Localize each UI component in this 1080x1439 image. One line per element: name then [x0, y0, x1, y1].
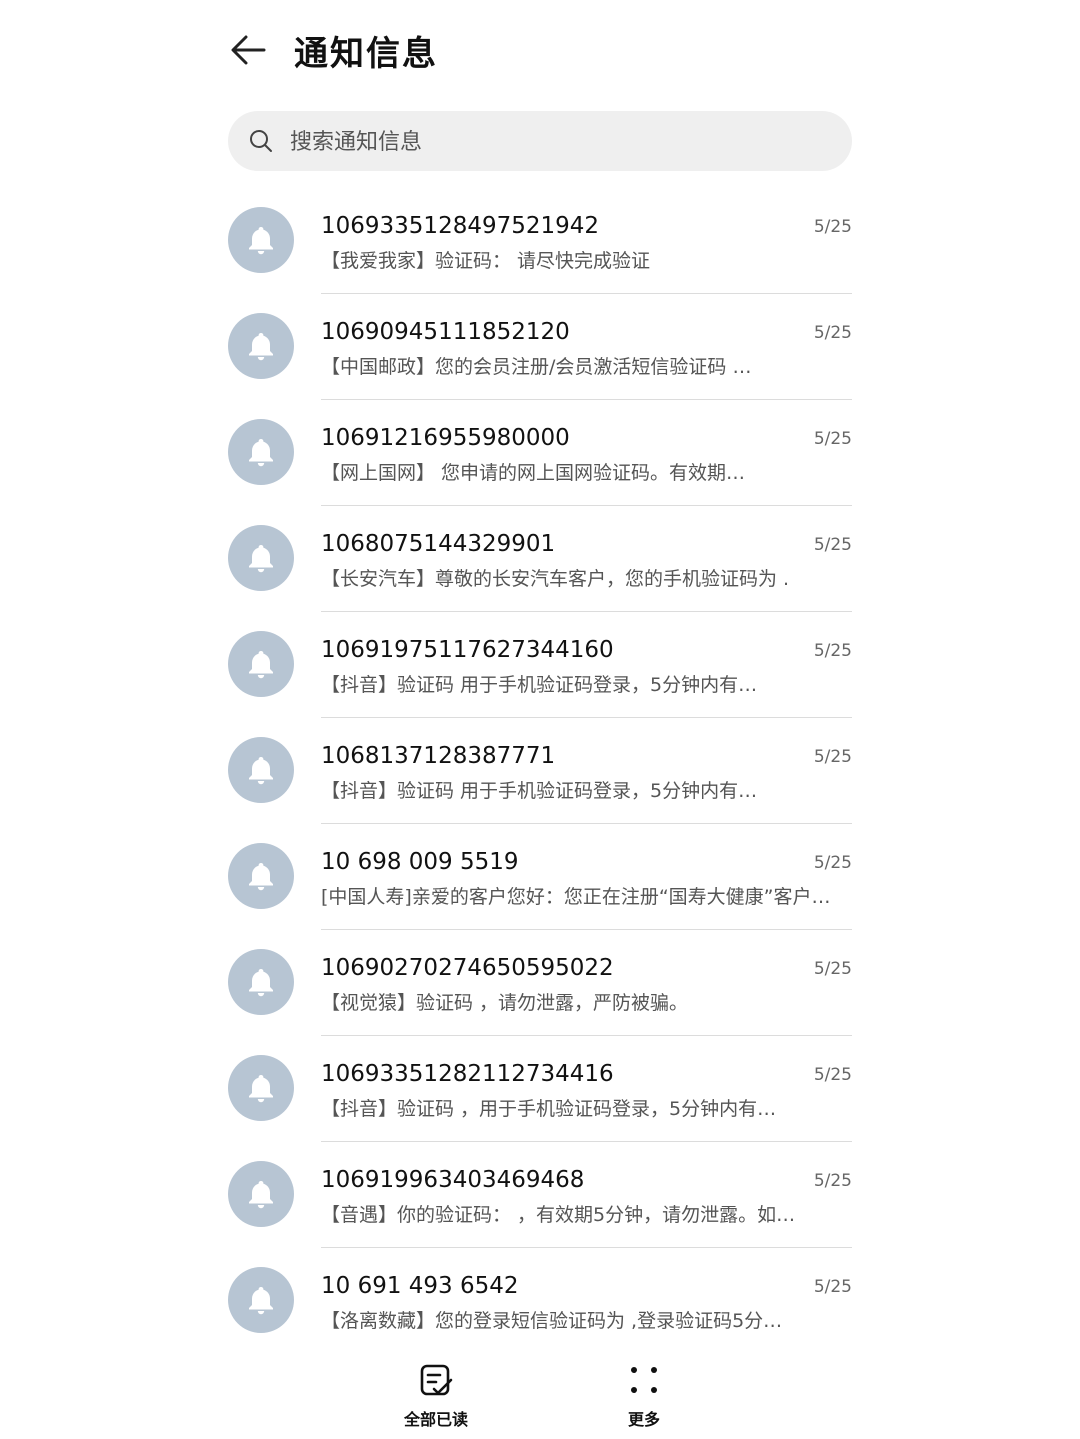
avatar — [228, 843, 294, 909]
message-date: 5/25 — [813, 1171, 852, 1191]
avatar — [228, 1055, 294, 1121]
bell-icon — [249, 1075, 273, 1103]
avatar — [228, 207, 294, 273]
message-preview: [中国人寿]亲爱的客户您好：您正在注册“国寿大健康”客户… — [321, 886, 831, 908]
page-title: 通知信息 — [294, 34, 438, 74]
sender-number: 106919963403469468 — [321, 1167, 585, 1193]
avatar — [228, 313, 294, 379]
list-item[interactable]: 1068137128387771 5/25 【抖音】验证码 用于手机验证码登录，… — [0, 718, 1080, 824]
message-preview: 【抖音】验证码 用于手机验证码登录，5分钟内有… — [321, 674, 758, 696]
message-preview: 【洛离数藏】您的登录短信验证码为 ,登录验证码5分… — [321, 1310, 783, 1332]
list-item[interactable]: 10691975117627344160 5/25 【抖音】验证码 用于手机验证… — [0, 612, 1080, 718]
search-bar[interactable] — [228, 111, 852, 173]
message-date: 5/25 — [813, 1277, 852, 1297]
message-date: 5/25 — [813, 959, 852, 979]
message-preview: 【我爱我家】验证码： 请尽快完成验证 — [321, 250, 651, 272]
message-preview: 【抖音】验证码 ，用于手机验证码登录，5分钟内有… — [321, 1098, 777, 1120]
back-button[interactable] — [226, 28, 270, 72]
bell-icon — [249, 227, 273, 255]
message-preview: 【中国邮政】您的会员注册/会员激活短信验证码 … — [321, 356, 752, 378]
bell-icon — [249, 1181, 273, 1209]
bell-icon — [249, 545, 273, 573]
sender-number: 1068075144329901 — [321, 531, 556, 557]
sender-number: 10 698 009 5519 — [321, 849, 519, 875]
sender-number: 10690945111852120 — [321, 319, 570, 345]
message-date: 5/25 — [813, 853, 852, 873]
search-icon — [250, 130, 272, 152]
search-input[interactable] — [288, 111, 832, 173]
list-item[interactable]: 1068075144329901 5/25 【长安汽车】尊敬的长安汽车客户，您的… — [0, 506, 1080, 612]
avatar — [228, 419, 294, 485]
bell-icon — [249, 651, 273, 679]
bell-icon — [249, 333, 273, 361]
list-item[interactable]: 10690270274650595022 5/25 【视觉猿】验证码 ，请勿泄露… — [0, 930, 1080, 1036]
message-date: 5/25 — [813, 747, 852, 767]
sender-number: 1069335128497521942 — [321, 213, 600, 239]
avatar — [228, 737, 294, 803]
list-item[interactable]: 10 691 493 6542 5/25 【洛离数藏】您的登录短信验证码为 ,登… — [0, 1248, 1080, 1354]
avatar — [228, 1161, 294, 1227]
message-date: 5/25 — [813, 217, 852, 237]
avatar — [228, 949, 294, 1015]
message-date: 5/25 — [813, 323, 852, 343]
list-item[interactable]: 1069335128497521942 5/25 【我爱我家】验证码： 请尽快完… — [0, 188, 1080, 294]
message-preview: 【视觉猿】验证码 ，请勿泄露，严防被骗。 — [321, 992, 689, 1014]
bell-icon — [249, 969, 273, 997]
mark-all-read-button[interactable]: 全部已读 — [376, 1362, 496, 1432]
message-preview: 【音遇】你的验证码： ，有效期5分钟，请勿泄露。如… — [321, 1204, 796, 1226]
sender-number: 10690270274650595022 — [321, 955, 614, 981]
avatar — [228, 525, 294, 591]
bell-icon — [249, 439, 273, 467]
app-header: 通知信息 — [0, 0, 1080, 100]
sender-number: 10691216955980000 — [321, 425, 570, 451]
dots-grid-icon — [631, 1367, 657, 1393]
bell-icon — [249, 757, 273, 785]
message-date: 5/25 — [813, 1065, 852, 1085]
mark-read-icon — [420, 1364, 453, 1396]
list-item[interactable]: 106919963403469468 5/25 【音遇】你的验证码： ，有效期5… — [0, 1142, 1080, 1248]
message-date: 5/25 — [813, 641, 852, 661]
list-item[interactable]: 10690945111852120 5/25 【中国邮政】您的会员注册/会员激活… — [0, 294, 1080, 400]
message-preview: 【抖音】验证码 用于手机验证码登录，5分钟内有… — [321, 780, 758, 802]
mark-all-read-label: 全部已读 — [403, 1410, 468, 1429]
sender-number: 10 691 493 6542 — [321, 1273, 519, 1299]
list-item[interactable]: 10693351282112734416 5/25 【抖音】验证码 ，用于手机验… — [0, 1036, 1080, 1142]
notification-list: 1069335128497521942 5/25 【我爱我家】验证码： 请尽快完… — [0, 188, 1080, 1354]
arrow-left-icon — [231, 35, 266, 65]
sender-number: 10691975117627344160 — [321, 637, 614, 663]
sender-number: 10693351282112734416 — [321, 1061, 614, 1087]
bell-icon — [249, 1287, 273, 1315]
list-item[interactable]: 10 698 009 5519 5/25 [中国人寿]亲爱的客户您好：您正在注册… — [0, 824, 1080, 930]
list-item[interactable]: 10691216955980000 5/25 【网上国网】 您申请的网上国网验证… — [0, 400, 1080, 506]
more-button[interactable]: 更多 — [584, 1362, 704, 1432]
message-preview: 【网上国网】 您申请的网上国网验证码。有效期… — [321, 462, 746, 484]
bell-icon — [249, 863, 273, 891]
sender-number: 1068137128387771 — [321, 743, 556, 769]
more-label: 更多 — [627, 1410, 660, 1429]
message-date: 5/25 — [813, 429, 852, 449]
avatar — [228, 1267, 294, 1333]
message-date: 5/25 — [813, 535, 852, 555]
message-preview: 【长安汽车】尊敬的长安汽车客户，您的手机验证码为 . — [321, 568, 790, 590]
avatar — [228, 631, 294, 697]
bottom-action-bar: 全部已读 更多 — [0, 1352, 1080, 1439]
